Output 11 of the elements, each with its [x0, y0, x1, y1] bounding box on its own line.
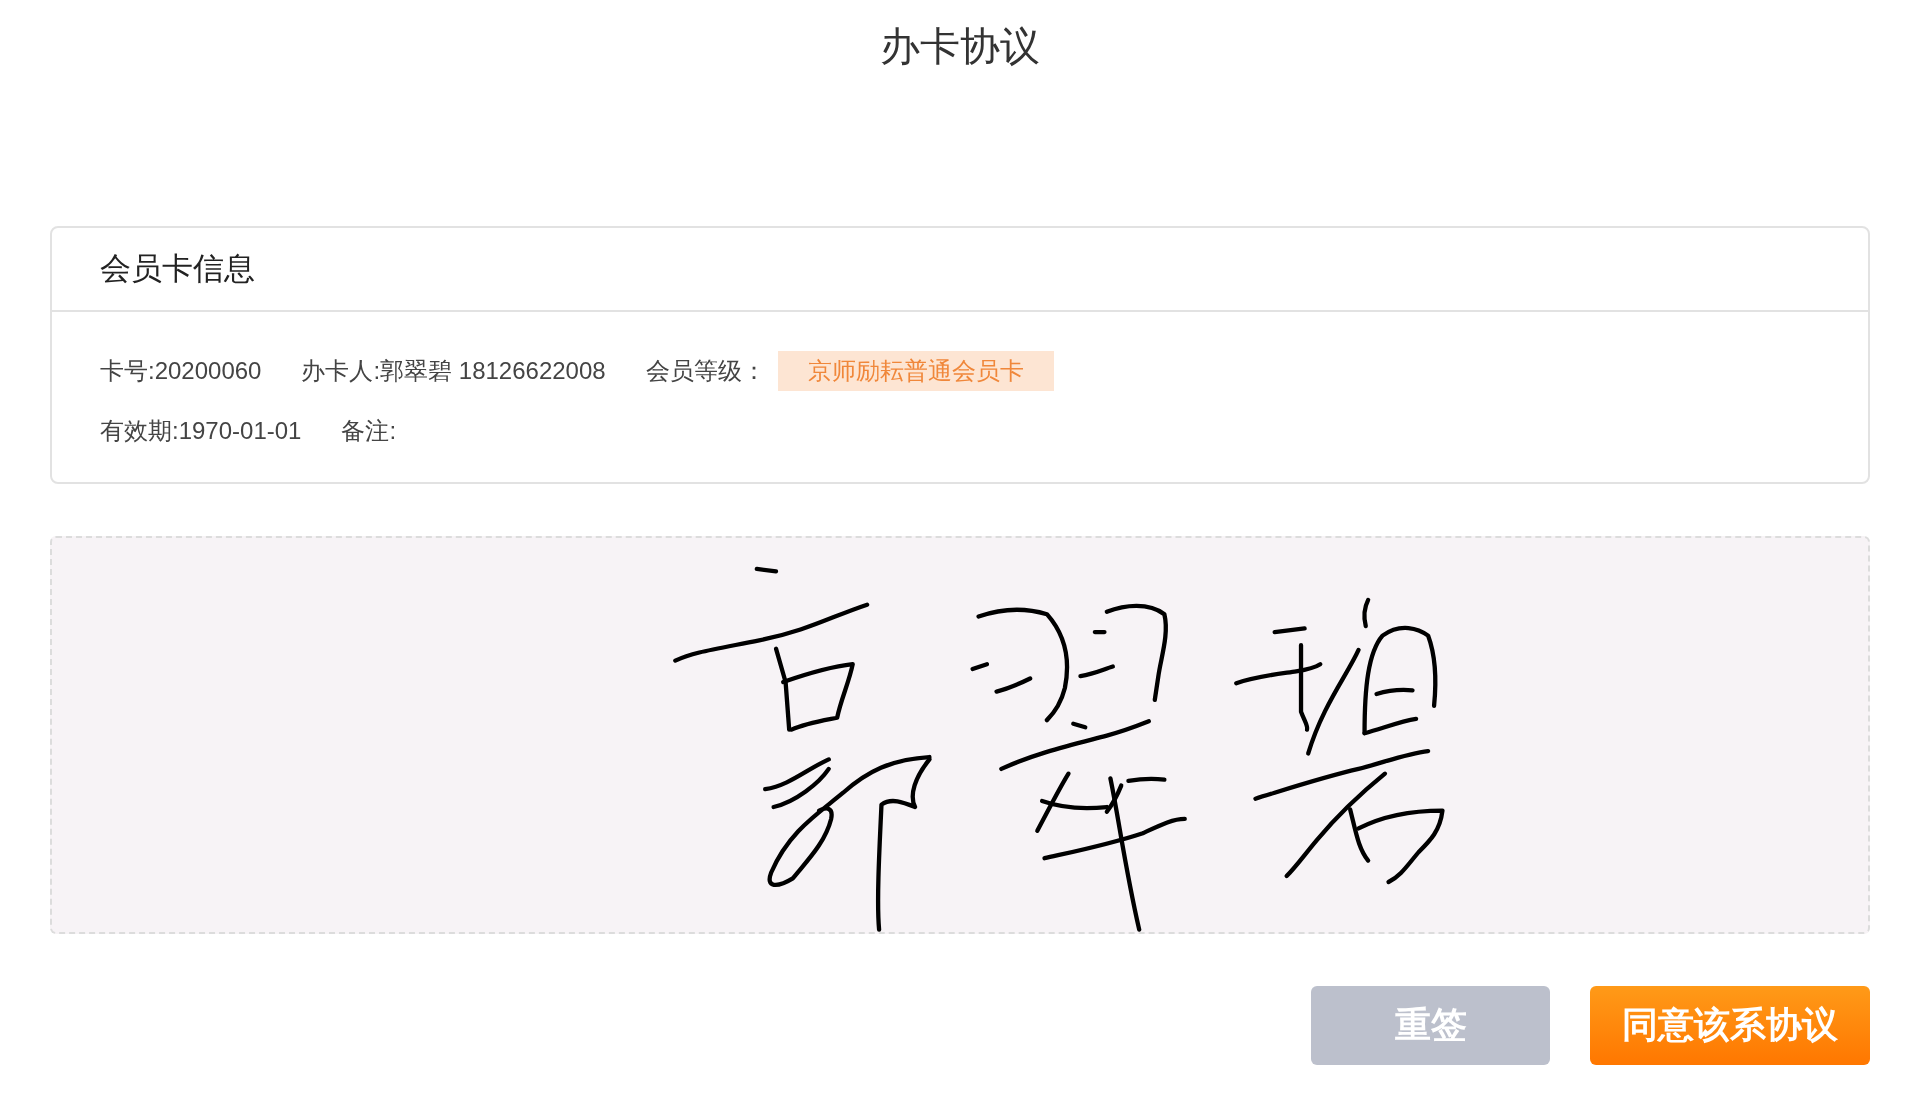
card-title: 会员卡信息 — [100, 250, 255, 288]
member-info-text: 办卡人:郭翠碧 18126622008 — [301, 356, 606, 386]
signature-pad[interactable] — [50, 536, 1870, 934]
member-info-text: 卡号:20200060 — [100, 356, 262, 386]
page-title: 办卡协议 — [880, 23, 1040, 70]
re-sign-button[interactable]: 重签 — [1311, 986, 1550, 1065]
agree-button[interactable]: 同意该系协议 — [1590, 986, 1870, 1065]
member-info-text: 有效期:1970-01-01 — [100, 416, 302, 446]
level-badge: 京师励耘普通会员卡 — [777, 351, 1054, 391]
level-label: 会员等级： — [645, 356, 766, 386]
member-info-text: 备注: — [341, 416, 397, 446]
